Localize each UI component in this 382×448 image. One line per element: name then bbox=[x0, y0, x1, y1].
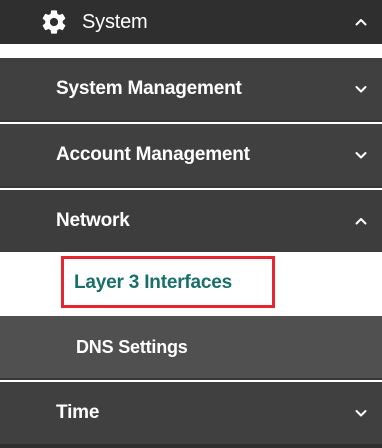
sidebar-menu: System System Management Account Managem… bbox=[0, 0, 382, 448]
sidebar-subitem-label: DNS Settings bbox=[76, 336, 188, 357]
sidebar-subitem-dns-settings[interactable]: DNS Settings bbox=[0, 316, 382, 378]
chevron-down-icon bbox=[354, 148, 368, 162]
sidebar-item-account-management[interactable]: Account Management bbox=[0, 124, 382, 186]
divider bbox=[0, 186, 382, 188]
gear-icon bbox=[42, 10, 66, 34]
divider bbox=[0, 378, 382, 380]
sidebar-item-label: Network bbox=[56, 210, 130, 231]
chevron-up-icon bbox=[354, 15, 368, 29]
chevron-down-icon bbox=[354, 406, 368, 420]
sidebar-item-label: Account Management bbox=[56, 144, 250, 165]
sidebar-item-label: System Management bbox=[56, 78, 242, 99]
sidebar-item-system[interactable]: System bbox=[0, 0, 382, 44]
divider bbox=[0, 120, 382, 122]
chevron-down-icon bbox=[354, 82, 368, 96]
chevron-up-icon bbox=[354, 214, 368, 228]
sidebar-item-system-management[interactable]: System Management bbox=[0, 58, 382, 120]
sidebar-subitem-label: Layer 3 Interfaces bbox=[74, 272, 232, 293]
sidebar-item-network[interactable]: Network bbox=[0, 190, 382, 252]
sidebar-item-time[interactable]: Time bbox=[0, 382, 382, 444]
sidebar-item-label: Time bbox=[56, 402, 100, 423]
sidebar-item-label: System bbox=[82, 10, 148, 33]
menu-bottom-edge bbox=[0, 444, 382, 448]
sidebar-subitem-layer-3-interfaces[interactable]: Layer 3 Interfaces bbox=[0, 252, 382, 314]
